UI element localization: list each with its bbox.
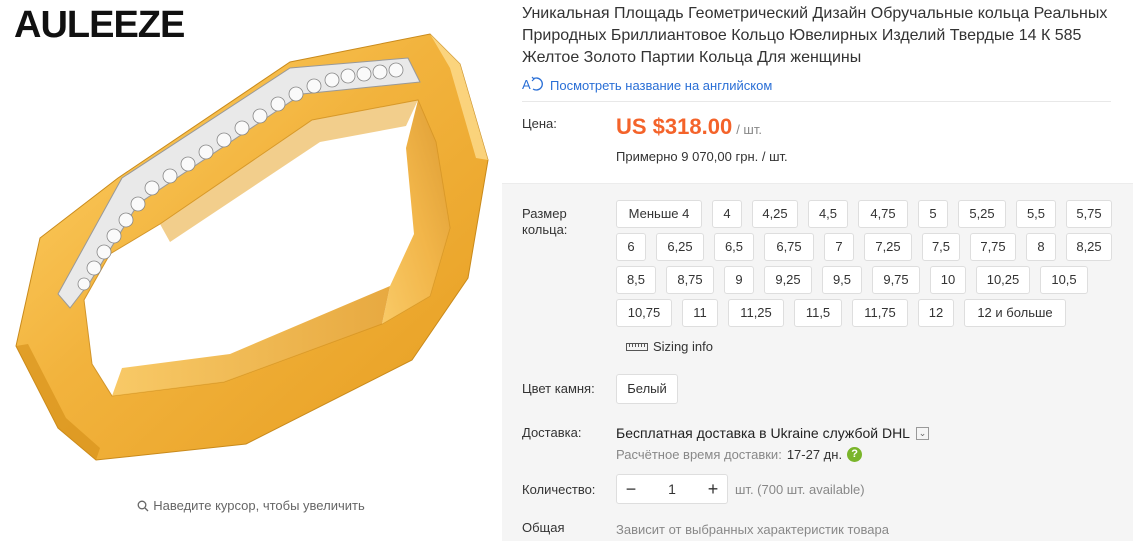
total-label: Общая стоимость: — [522, 520, 588, 541]
size-option[interactable]: 12 и больше — [964, 299, 1066, 327]
ring-size-label: Размер кольца: — [522, 206, 568, 237]
eta-value: 17-27 дн. — [786, 447, 843, 462]
quantity-increase-button[interactable]: + — [699, 475, 727, 503]
quantity-decrease-button[interactable]: − — [617, 475, 645, 503]
size-option[interactable]: 4,25 — [752, 200, 798, 228]
size-option[interactable]: 5 — [918, 200, 948, 228]
size-option[interactable]: 6,25 — [656, 233, 704, 261]
size-option[interactable]: 7 — [824, 233, 854, 261]
size-option[interactable]: 6,5 — [714, 233, 754, 261]
size-option[interactable]: 11,75 — [852, 299, 908, 327]
quantity-label: Количество: — [522, 482, 596, 497]
translate-link[interactable]: A Посмотреть название на английском — [522, 76, 772, 95]
size-option[interactable]: 5,5 — [1016, 200, 1056, 228]
quantity-input[interactable]: 1 — [645, 481, 699, 497]
size-option[interactable]: 8,25 — [1066, 233, 1112, 261]
stone-color-option[interactable]: Белый — [616, 374, 678, 404]
size-option[interactable]: 9,5 — [822, 266, 862, 294]
size-option[interactable]: 9,75 — [872, 266, 920, 294]
zoom-hint: Наведите курсор, чтобы увеличить — [0, 498, 502, 515]
product-image[interactable] — [10, 28, 492, 468]
size-option[interactable]: 11 — [682, 299, 718, 327]
divider — [522, 101, 1111, 102]
eta-label: Расчётное время доставки: — [616, 447, 782, 462]
size-option[interactable]: 11,25 — [728, 299, 784, 327]
sizing-info-text[interactable]: Sizing info — [653, 339, 713, 354]
size-option[interactable]: 10,5 — [1040, 266, 1088, 294]
sizing-info-link[interactable]: Sizing info — [626, 339, 713, 354]
size-option[interactable]: Меньше 4 — [616, 200, 702, 228]
size-option[interactable]: 4,5 — [808, 200, 848, 228]
price-value: US $318.00 — [616, 114, 733, 139]
size-option[interactable]: 11,5 — [794, 299, 842, 327]
ruler-icon — [626, 342, 648, 351]
product-info: Уникальная Площадь Геометрический Дизайн… — [502, 0, 1133, 541]
delivery-label: Доставка: — [522, 425, 582, 440]
ring-illustration — [15, 33, 489, 461]
delivery-text[interactable]: Бесплатная доставка в Ukraine службой DH… — [616, 425, 910, 441]
size-option[interactable]: 6,75 — [764, 233, 814, 261]
price-unit: / шт. — [736, 122, 762, 137]
size-option[interactable]: 4 — [712, 200, 742, 228]
size-option[interactable]: 10,25 — [976, 266, 1030, 294]
size-option[interactable]: 9,25 — [764, 266, 812, 294]
price-label: Цена: — [522, 116, 557, 131]
size-option[interactable]: 5,75 — [1066, 200, 1112, 228]
price-approx: Примерно 9 070,00 грн. / шт. — [616, 149, 788, 164]
size-option[interactable]: 10,75 — [616, 299, 672, 327]
size-option[interactable]: 8,75 — [666, 266, 714, 294]
product-gallery: AULEEZE Наведите курсор, чтобы увеличить — [0, 0, 502, 541]
delivery-selector[interactable]: Бесплатная доставка в Ukraine службой DH… — [616, 425, 929, 441]
translate-link-text[interactable]: Посмотреть название на английском — [550, 78, 772, 93]
size-option[interactable]: 12 — [918, 299, 954, 327]
chevron-down-icon[interactable]: ⌄ — [915, 426, 929, 440]
stone-color-label: Цвет камня: — [522, 381, 595, 396]
help-icon[interactable]: ? — [847, 447, 863, 462]
delivery-eta: Расчётное время доставки: 17-27 дн. ? — [616, 447, 863, 462]
price-block: US $318.00/ шт. — [616, 114, 762, 140]
size-option[interactable]: 4,75 — [858, 200, 908, 228]
total-text: Зависит от выбранных характеристик товар… — [616, 522, 889, 537]
size-option[interactable]: 8,5 — [616, 266, 656, 294]
quantity-available: шт. (700 шт. available) — [735, 482, 865, 497]
size-option[interactable]: 7,75 — [970, 233, 1016, 261]
size-option[interactable]: 10 — [930, 266, 966, 294]
translate-icon: A — [522, 76, 544, 95]
product-title: Уникальная Площадь Геометрический Дизайн… — [522, 5, 1108, 66]
size-option[interactable]: 9 — [724, 266, 754, 294]
size-option[interactable]: 6 — [616, 233, 646, 261]
svg-text:A: A — [522, 77, 531, 92]
size-option[interactable]: 5,25 — [958, 200, 1006, 228]
search-icon — [137, 500, 149, 515]
size-option[interactable]: 8 — [1026, 233, 1056, 261]
size-option[interactable]: 7,25 — [864, 233, 912, 261]
zoom-hint-text: Наведите курсор, чтобы увеличить — [153, 498, 365, 513]
size-option[interactable]: 7,5 — [922, 233, 960, 261]
quantity-stepper: − 1 + — [616, 474, 728, 504]
